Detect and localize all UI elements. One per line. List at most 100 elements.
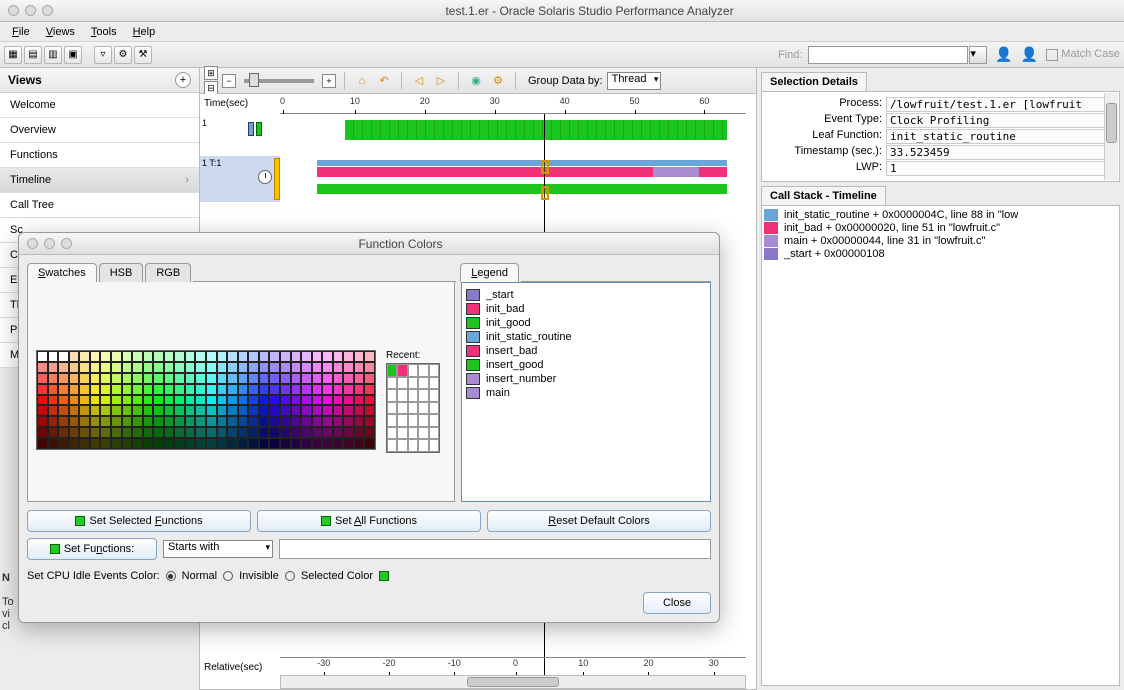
filter-mode-combo[interactable]: Starts with [163, 540, 273, 558]
legend-panel: _start init_bad init_good init_static_ro… [461, 282, 711, 502]
menu-help[interactable]: Help [125, 24, 164, 40]
legend-item[interactable]: insert_good [466, 359, 706, 371]
sidebar-item-welcome[interactable]: Welcome [0, 93, 199, 118]
ts-label: Timestamp (sec.): [766, 145, 886, 160]
zoom-slider[interactable] [244, 79, 314, 83]
find-next-icon: 👤 [1021, 46, 1038, 63]
menu-file[interactable]: File [4, 24, 38, 40]
truncated-text: N To vi cl [2, 572, 14, 632]
group-by-label: Group Data by: [528, 75, 603, 87]
colors-icon[interactable]: ◉ [467, 72, 485, 90]
selection-marker-top[interactable] [541, 160, 549, 174]
group-by-combo[interactable]: Thread [607, 72, 662, 90]
zoom-window-icon[interactable] [42, 5, 53, 16]
timeline-row-process: 1 [200, 116, 756, 152]
idle-color-swatch [379, 571, 389, 581]
minimize-window-icon[interactable] [25, 5, 36, 16]
callstack-row[interactable]: init_static_routine + 0x0000004C, line 8… [764, 209, 1117, 221]
idle-selected-radio[interactable] [285, 571, 295, 581]
toolbar-btn-4[interactable]: ▣ [64, 46, 82, 64]
expand-v-icon[interactable]: ⊞ [204, 66, 218, 80]
timeline-row-thread: 1 T:1 [200, 156, 756, 202]
reset-button[interactable]: Reset Default Colors [487, 510, 711, 532]
home-icon[interactable]: ⌂ [353, 72, 371, 90]
ts-value: 33.523459 [886, 145, 1115, 160]
color-swatch-grid[interactable] [36, 350, 376, 450]
legend-item[interactable]: init_good [466, 317, 706, 329]
window-controls[interactable] [8, 5, 53, 16]
timeline-hscrollbar[interactable] [280, 675, 746, 689]
process-value: /lowfruit/test.1.er [lowfruit [886, 97, 1115, 112]
selection-details-tab[interactable]: Selection Details [761, 72, 867, 91]
sidebar-item-timeline[interactable]: Timeline› [0, 168, 199, 193]
right-panel: Selection Details Process:/lowfruit/test… [756, 68, 1124, 690]
selection-marker-bot[interactable] [541, 186, 549, 200]
callstack-tab[interactable]: Call Stack - Timeline [761, 186, 886, 205]
menu-views[interactable]: Views [38, 24, 83, 40]
match-case-checkbox[interactable]: Match Case [1046, 48, 1120, 60]
callstack-row[interactable]: main + 0x00000044, line 31 in "lowfruit.… [764, 235, 1117, 247]
hsb-tab[interactable]: HSB [99, 263, 144, 282]
dialog-zoom-icon[interactable] [61, 238, 72, 249]
legend-chip-green [256, 122, 262, 136]
legend-tab[interactable]: Legend [460, 263, 519, 282]
gear-icon[interactable]: ⚙ [114, 46, 132, 64]
callstack-row[interactable]: _start + 0x00000108 [764, 248, 1117, 260]
swatches-tab[interactable]: Swatches [27, 263, 97, 282]
legend-item[interactable]: init_bad [466, 303, 706, 315]
stack-color-icon [764, 209, 778, 221]
dialog-min-icon[interactable] [44, 238, 55, 249]
step-fwd-icon[interactable]: ▷ [432, 72, 450, 90]
legend-chip-blue [248, 122, 254, 136]
idle-color-row: Set CPU Idle Events Color: Normal Invisi… [27, 570, 711, 582]
find-input[interactable] [808, 46, 968, 64]
find-dropdown[interactable]: ▾ [969, 46, 987, 64]
sidebar-item-calltree[interactable]: Call Tree [0, 193, 199, 218]
sidebar-header: Views + [0, 68, 199, 93]
toolbar-btn-3[interactable]: ▥ [44, 46, 62, 64]
toolbar-btn-2[interactable]: ▤ [24, 46, 42, 64]
time-axis-label: Time(sec) [204, 98, 248, 109]
sidebar-item-overview[interactable]: Overview [0, 118, 199, 143]
close-window-icon[interactable] [8, 5, 19, 16]
lwp-value: 1 [886, 161, 1115, 176]
menu-tools[interactable]: Tools [83, 24, 125, 40]
legend-item[interactable]: main [466, 387, 706, 399]
dialog-title: Function Colors [82, 237, 719, 251]
dialog-close-icon[interactable] [27, 238, 38, 249]
details-vscrollbar[interactable] [1104, 93, 1118, 180]
recent-colors[interactable] [386, 363, 440, 453]
undo-icon[interactable]: ↶ [375, 72, 393, 90]
clock-icon [258, 170, 272, 184]
set-functions-button[interactable]: Set Functions: [27, 538, 157, 560]
collapse-v-icon[interactable]: ⊟ [204, 81, 218, 95]
toolbar-btn-1[interactable]: ▦ [4, 46, 22, 64]
idle-invisible-radio[interactable] [223, 571, 233, 581]
zoom-in-icon[interactable]: + [322, 74, 336, 88]
dialog-titlebar[interactable]: Function Colors [19, 233, 719, 255]
step-back-icon[interactable]: ◁ [410, 72, 428, 90]
legend-item[interactable]: init_static_routine [466, 331, 706, 343]
filter-icon[interactable]: ▿ [94, 46, 112, 64]
idle-label: Set CPU Idle Events Color: [27, 570, 160, 582]
menubar: File Views Tools Help [0, 22, 1124, 42]
legend-item[interactable]: insert_bad [466, 345, 706, 357]
close-button[interactable]: Close [643, 592, 711, 614]
recent-label: Recent: [386, 350, 440, 361]
rgb-tab[interactable]: RGB [145, 263, 191, 282]
stack-color-icon [764, 248, 778, 260]
swatches-panel: Recent: [27, 282, 455, 502]
settings-icon[interactable]: ⚙ [489, 72, 507, 90]
callstack-row[interactable]: init_bad + 0x00000020, line 51 in "lowfr… [764, 222, 1117, 234]
wrench-icon[interactable]: ⚒ [134, 46, 152, 64]
idle-normal-radio[interactable] [166, 571, 176, 581]
add-view-button[interactable]: + [175, 72, 191, 88]
set-all-button[interactable]: Set All Functions [257, 510, 481, 532]
legend-item[interactable]: insert_number [466, 373, 706, 385]
filter-text-input[interactable] [279, 539, 711, 559]
set-selected-button[interactable]: Set Selected Functions [27, 510, 251, 532]
legend-item[interactable]: _start [466, 289, 706, 301]
sidebar-item-functions[interactable]: Functions [0, 143, 199, 168]
lwp-label: LWP: [766, 161, 886, 176]
zoom-out-icon[interactable]: − [222, 74, 236, 88]
